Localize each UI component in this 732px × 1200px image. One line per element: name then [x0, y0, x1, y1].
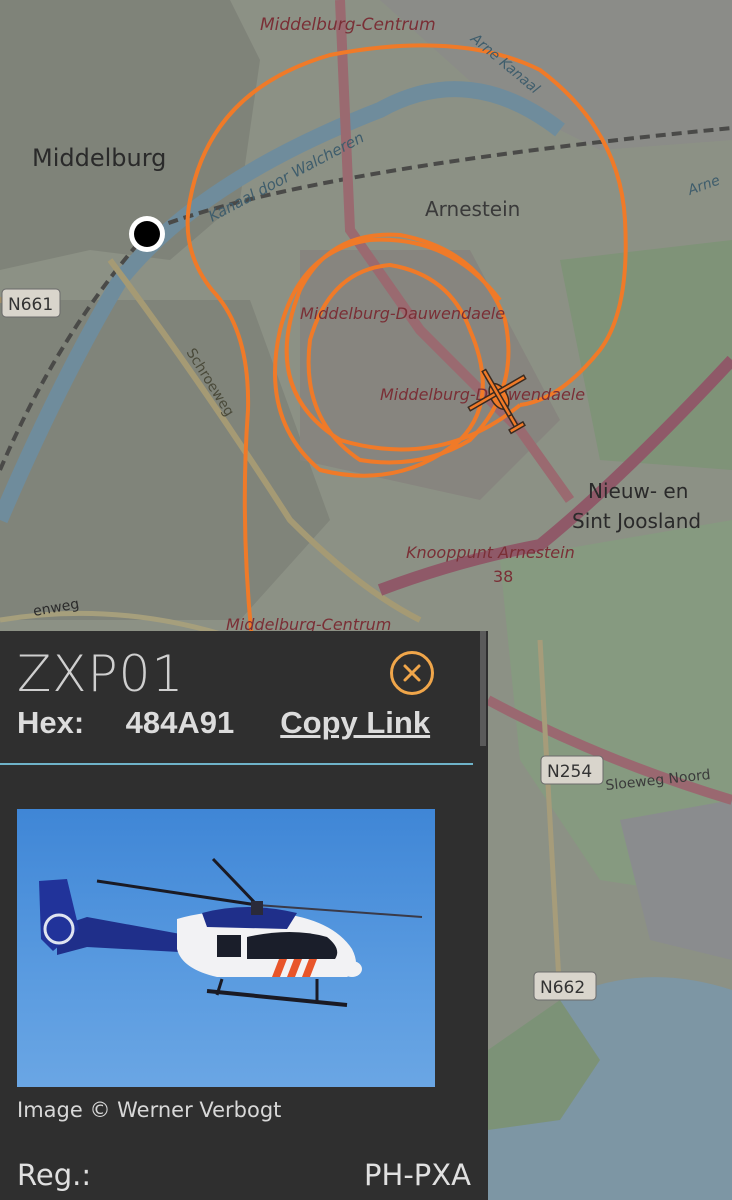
hex-row: Hex: 484A91 Copy Link	[17, 705, 430, 741]
label-arnestein: Arnestein	[425, 197, 520, 221]
close-button[interactable]	[390, 651, 434, 695]
label-sint-joosland: Sint Joosland	[572, 509, 701, 533]
shield-n661-label: N661	[8, 295, 53, 315]
label-nieuw-en: Nieuw- en	[588, 479, 688, 503]
registration-row: Reg.: PH-PXA	[17, 1158, 471, 1192]
label-exit-38: 38	[493, 567, 513, 586]
photo-credit: Image © Werner Verbogt	[17, 1098, 282, 1122]
label-centrum-top: Middelburg-Centrum	[260, 15, 436, 35]
label-dauwendaele-1: Middelburg-Dauwendaele	[300, 304, 505, 323]
helicopter-photo	[39, 857, 423, 1007]
copy-link-button[interactable]: Copy Link	[280, 705, 430, 740]
reg-value: PH-PXA	[364, 1158, 471, 1192]
divider	[0, 763, 473, 765]
reg-label: Reg.:	[17, 1158, 92, 1192]
shield-n662-label: N662	[540, 978, 585, 998]
label-knooppunt: Knooppunt Arnestein	[406, 543, 575, 562]
shield-n254-label: N254	[547, 762, 592, 782]
close-circle-icon	[403, 664, 421, 682]
panel-scrollbar[interactable]	[480, 631, 486, 746]
hex-value: 484A91	[125, 705, 235, 740]
hex-label: Hex:	[17, 705, 85, 740]
aircraft-photo[interactable]	[17, 809, 435, 1087]
callsign: ZXP01	[17, 645, 185, 703]
location-dot-icon[interactable]	[129, 216, 165, 252]
aircraft-info-panel: ZXP01 Hex: 484A91 Copy Link Image © Wern…	[0, 631, 488, 1200]
label-middelburg: Middelburg	[32, 144, 166, 172]
